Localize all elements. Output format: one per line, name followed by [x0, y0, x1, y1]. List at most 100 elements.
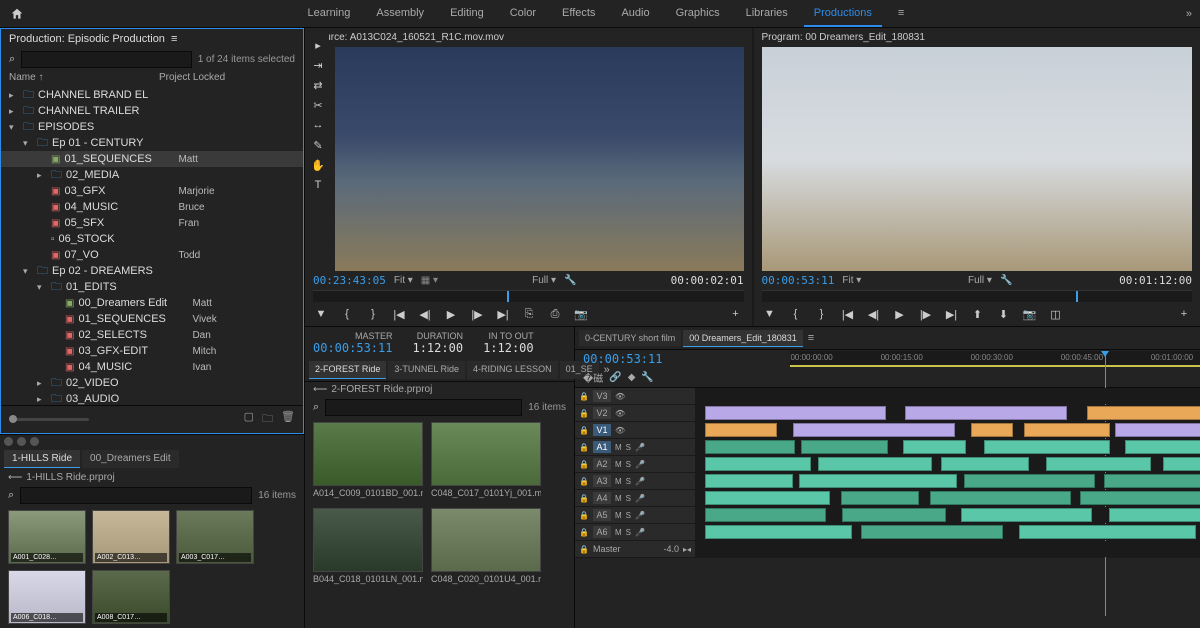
mic-icon[interactable]: 🎤	[635, 460, 645, 469]
master-track-header[interactable]: 🔒Master-4.0▸◂	[575, 541, 695, 557]
track-header[interactable]: 🔒A6MS🎤	[575, 524, 695, 540]
tree-item[interactable]: ▣02_SELECTSDan	[1, 327, 303, 343]
workspace-tab[interactable]: Assembly	[366, 1, 434, 27]
export-frame-icon[interactable]: 📷	[1022, 306, 1038, 322]
insert-icon[interactable]: ⎘	[521, 306, 537, 322]
clip-thumbnail[interactable]: A014_C009_0101BD_001.mp4	[313, 422, 423, 500]
clip-thumbnail[interactable]: A003_C017…	[176, 510, 254, 564]
clip-thumbnail[interactable]: A002_C013…	[92, 510, 170, 564]
settings-icon[interactable]: 🔧	[641, 372, 653, 383]
timeline-clip[interactable]	[705, 474, 793, 488]
mic-icon[interactable]: 🎤	[635, 511, 645, 520]
track-lane[interactable]	[695, 507, 1200, 523]
lock-icon[interactable]: 🔒	[579, 511, 589, 520]
timeline-clip[interactable]	[705, 525, 852, 539]
tree-item[interactable]: ▣04_MUSICIvan	[1, 359, 303, 375]
seq-tab[interactable]: 4-RIDING LESSON	[467, 361, 558, 379]
track-header[interactable]: 🔒A3MS🎤	[575, 473, 695, 489]
program-fit-dropdown[interactable]: Fit ▾	[842, 275, 861, 286]
add-btn-icon[interactable]: +	[1176, 306, 1192, 322]
search-input[interactable]	[21, 51, 192, 68]
timeline-tc[interactable]: 00:00:53:11	[575, 350, 670, 368]
track-header[interactable]: 🔒A2MS🎤	[575, 456, 695, 472]
marker-icon[interactable]: ▼	[313, 306, 329, 322]
workspace-menu-icon[interactable]: ≡	[888, 1, 914, 27]
timeline-clip[interactable]	[1019, 525, 1196, 539]
tree-item[interactable]: ▸🗀CHANNEL TRAILER	[1, 103, 303, 119]
tree-item[interactable]: ▾🗀Ep 01 - CENTURY	[1, 135, 303, 151]
tree-item[interactable]: ▫06_STOCK	[1, 231, 303, 247]
program-tc-in[interactable]: 00:00:53:11	[762, 274, 835, 287]
lock-icon[interactable]: 🔒	[579, 409, 589, 418]
visibility-icon[interactable]: 👁	[615, 426, 625, 435]
add-btn-icon[interactable]: +	[728, 306, 744, 322]
out-icon[interactable]: }	[814, 306, 830, 322]
lock-icon[interactable]: 🔒	[579, 494, 589, 503]
timeline-clip[interactable]	[1087, 406, 1200, 420]
mic-icon[interactable]: 🎤	[635, 494, 645, 503]
visibility-icon[interactable]: 👁	[615, 392, 625, 401]
timeline-clip[interactable]	[1080, 491, 1200, 505]
goto-in-icon[interactable]: |◀	[391, 306, 407, 322]
clip-thumbnail[interactable]: B044_C018_0101LN_001.mp4	[313, 508, 423, 586]
timeline-ruler[interactable]: 00:00:00:00 00:00:15:00 00:00:30:00 00:0…	[790, 351, 1200, 367]
timeline-clip[interactable]	[705, 440, 795, 454]
timeline-clip[interactable]	[861, 525, 1003, 539]
program-ruler[interactable]	[762, 290, 1193, 302]
timeline-clip[interactable]	[799, 474, 956, 488]
bin-tab[interactable]: 1-HILLS Ride	[4, 450, 80, 468]
timeline-clip[interactable]	[705, 423, 777, 437]
track-header[interactable]: 🔒V1👁	[575, 422, 695, 438]
lock-icon[interactable]: 🔒	[579, 392, 589, 401]
source-fit-dropdown[interactable]: Fit ▾	[394, 275, 413, 286]
track-header[interactable]: 🔒A4MS🎤	[575, 490, 695, 506]
track-select-tool-icon[interactable]: ⇥	[309, 56, 327, 74]
new-item-icon[interactable]: ▢	[244, 410, 254, 429]
seq-tab[interactable]: 3-TUNNEL Ride	[388, 361, 465, 379]
program-viewer[interactable]	[762, 47, 1193, 271]
track-header[interactable]: 🔒V3👁	[575, 388, 695, 404]
overwrite-icon[interactable]: ⎙	[547, 306, 563, 322]
tree-item[interactable]: ▸🗀CHANNEL BRAND ELEMENTS	[1, 87, 303, 103]
lock-icon[interactable]: 🔒	[579, 460, 589, 469]
home-icon[interactable]	[8, 5, 26, 23]
in-icon[interactable]: {	[339, 306, 355, 322]
timeline-clip[interactable]	[1104, 474, 1200, 488]
settings-icon[interactable]: 🔧	[564, 275, 576, 286]
tree-item[interactable]: ▣04_MUSICBruce	[1, 199, 303, 215]
timeline-tab[interactable]: 00 Dreamers_Edit_180831	[683, 330, 803, 347]
lock-icon[interactable]: 🔒	[579, 528, 589, 537]
extract-icon[interactable]: ⬇	[996, 306, 1012, 322]
out-icon[interactable]: }	[365, 306, 381, 322]
comparison-icon[interactable]: ◫	[1048, 306, 1064, 322]
window-max-icon[interactable]	[30, 437, 39, 446]
timeline-clip[interactable]	[1125, 440, 1200, 454]
goto-out-icon[interactable]: ▶|	[944, 306, 960, 322]
workspace-tab[interactable]: Graphics	[666, 1, 730, 27]
timeline-clip[interactable]	[964, 474, 1095, 488]
tree-item[interactable]: ▸🗀02_VIDEO	[1, 375, 303, 391]
tree-item[interactable]: ▣00_Dreamers EditMatt	[1, 295, 303, 311]
workspace-tab[interactable]: Libraries	[736, 1, 798, 27]
panel-menu-icon[interactable]: ≡	[805, 329, 817, 347]
source-full-dropdown[interactable]: Full ▾	[532, 275, 556, 286]
workspace-tab[interactable]: Learning	[298, 1, 361, 27]
tree-item[interactable]: ▾🗀Ep 02 - DREAMERS	[1, 263, 303, 279]
back-icon[interactable]: ⟵	[313, 384, 327, 395]
source-viewer[interactable]	[335, 47, 744, 271]
track-lane[interactable]	[695, 473, 1200, 489]
track-lane[interactable]	[695, 456, 1200, 472]
new-bin-icon[interactable]: 🗀	[262, 410, 273, 429]
col-name-header[interactable]: Name ↑	[9, 72, 159, 83]
timeline-clip[interactable]	[801, 440, 888, 454]
timeline-clip[interactable]	[1163, 457, 1200, 471]
track-header[interactable]: 🔒A1MS🎤	[575, 439, 695, 455]
marker-icon[interactable]: ◆	[628, 372, 636, 383]
play-icon[interactable]: ▶	[892, 306, 908, 322]
razor-tool-icon[interactable]: ✂	[309, 96, 327, 114]
timeline-clip[interactable]	[905, 406, 1067, 420]
timeline-clip[interactable]	[941, 457, 1029, 471]
slip-tool-icon[interactable]: ↔	[309, 116, 327, 134]
type-tool-icon[interactable]: T	[309, 176, 327, 194]
clip-thumbnail[interactable]: C048_C017_0101Yj_001.mp4	[431, 422, 541, 500]
